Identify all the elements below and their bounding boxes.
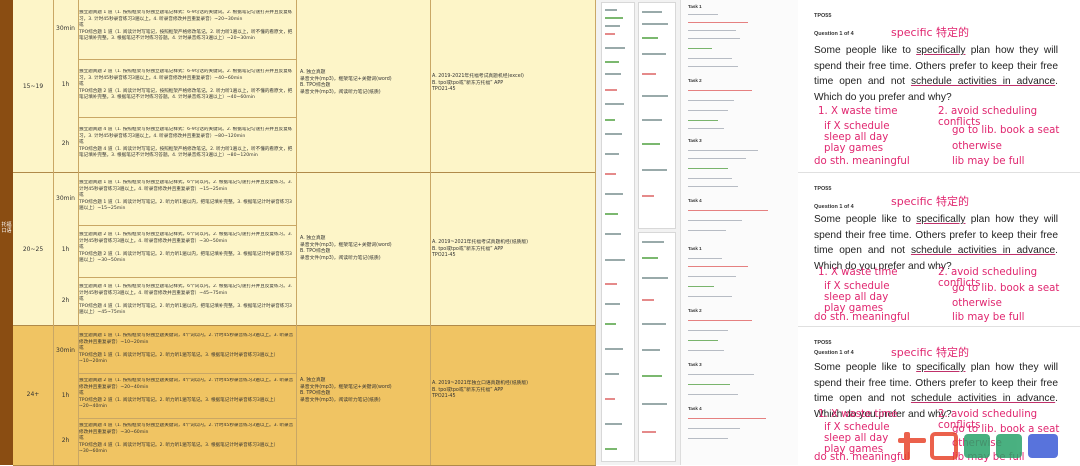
row-divider: [78, 59, 296, 60]
study-plan-table: 托福口语 15~19 30min 1h 2h 独立题真题 1 道（1. 按照框架…: [0, 0, 596, 466]
task-cell: 独立题真题 2 道（1. 按照框架写好独立题关键词，4个词以内。2. 计时45秒…: [79, 378, 294, 409]
source-cell: A. 2019~2021年托福考试真题机经(纸质版) B. tpo或tpo或“新…: [432, 240, 528, 259]
reason-one-detail: if X schedule sleep all day play games: [824, 281, 890, 314]
tpo-title: TPO55: [814, 13, 832, 19]
question-prompt: Some people like to specifically plan ho…: [814, 45, 1058, 103]
source-cell: A. 2019-2021年托福考试真题机经(excel) B. tpo或tpo或…: [432, 74, 524, 93]
duration-label: 30min: [56, 25, 75, 32]
reason-two-contrast: otherwise: [952, 298, 1002, 309]
vocab-annotation: specific 特定的: [891, 346, 970, 359]
watermark-logo: [898, 432, 1058, 460]
page-thumbnail[interactable]: [638, 2, 676, 229]
task-heading: Task 2: [688, 308, 702, 313]
row-divider: [78, 117, 296, 118]
column-divider: [296, 0, 297, 465]
reason-one: 1. X waste time: [818, 267, 898, 278]
duration-label: 30min: [56, 195, 75, 202]
task-heading: Task 3: [688, 362, 702, 367]
page-thumbnail[interactable]: [601, 2, 635, 462]
task-heading: Task 4: [688, 406, 702, 411]
reason-one-result: do sth. meaningful: [814, 452, 910, 463]
reason-one: 1. X waste time: [818, 409, 898, 420]
row-divider: [78, 277, 296, 278]
task-cell: 独立题真题 1 道（1. 按照框架写好独立题笔记样式，6个词以内。2. 根据笔记…: [79, 180, 293, 211]
reason-one-result: do sth. meaningful: [814, 156, 910, 167]
reason-two-detail: go to lib. book a seat: [952, 283, 1060, 294]
vocab-annotation: specific 特定的: [891, 26, 970, 39]
page-thumbnail-strip: [596, 0, 680, 465]
score-range: 15~19: [22, 83, 44, 90]
task-cell: 独立题真题 4 道（1. 按照框架写好独立题笔记样式：6-9句话的关键词。2. …: [79, 127, 293, 158]
duration-label: 30min: [56, 347, 75, 354]
row-divider: [78, 225, 296, 226]
question-prompt: Some people like to specifically plan ho…: [814, 214, 1058, 272]
materials-cell: A. 独立真题 录音文件(mp3)，框架笔记+关键词(word) B. TPO综…: [300, 378, 392, 403]
tpo-panel: TPO55 Question 1 of 4 specific 特定的 Some …: [798, 173, 1080, 323]
source-cell: A. 2019~2021年独立口语真题机经(纸质版) B. tpo或tpo或“新…: [432, 381, 528, 400]
tpo-panel: TPO55 Question 1 of 4 specific 特定的 Some …: [798, 0, 1080, 167]
reason-one: 1. X waste time: [818, 106, 898, 117]
reason-one-detail: if X schedule sleep all day play games: [824, 422, 890, 455]
duration-label: 2h: [61, 437, 70, 444]
page-thumbnail[interactable]: [638, 232, 676, 462]
task-heading: Task 3: [688, 138, 702, 143]
materials-cell: A. 独立真题 录音文件(mp3)，框架笔记+关键词(word) B. TPO综…: [300, 236, 392, 261]
vocab-annotation: specific 特定的: [891, 195, 970, 208]
tpo-title: TPO55: [814, 340, 832, 346]
task-cell: 独立题真题 2 道（1. 按照框架写好独立题笔记样式：6-9句话的关键词。2. …: [79, 69, 293, 100]
question-number: Question 1 of 4: [814, 31, 854, 37]
reason-two-detail: go to lib. book a seat: [952, 125, 1060, 136]
duration-label: 1h: [61, 392, 70, 399]
task-cell: 独立题真题 1 道（1. 按照框架写好独立题关键词，4个词以内。2. 计时45秒…: [79, 333, 294, 364]
task-cell: 独立题真题 1 道（1. 按照框架写好独立题笔记样式：6-9句话的关键词。2. …: [79, 10, 293, 41]
column-divider: [430, 0, 431, 465]
materials-cell: A. 独立真题 录音文件(mp3)，框架笔记+关键词(word) B. TPO综…: [300, 70, 392, 95]
reason-one-result: do sth. meaningful: [814, 312, 910, 323]
duration-label: 2h: [61, 140, 70, 147]
duration-label: 1h: [61, 246, 70, 253]
task-cell: 独立题真题 4 道（1. 按照框架写好独立题笔记样式，6个词以内。2. 根据笔记…: [79, 284, 293, 315]
phase-label: 托福口语: [1, 222, 12, 234]
score-range: 20~25: [22, 246, 44, 253]
task-notes-document: Task 1 Task 2 Task 3 Task 4 Task 1 Task …: [680, 0, 800, 465]
reason-two-result: lib may be full: [952, 156, 1025, 167]
reason-one-detail: if X schedule sleep all day play games: [824, 121, 890, 154]
task-cell: 独立题真题 4 道（1. 按照框架写好独立题关键词，4个词以内。2. 计时45秒…: [79, 423, 294, 454]
tpo-question-panels: TPO55 Question 1 of 4 specific 特定的 Some …: [798, 0, 1080, 465]
score-range: 24+: [26, 391, 40, 398]
question-number: Question 1 of 4: [814, 350, 854, 356]
phase-column: 托福口语: [0, 0, 13, 465]
duration-label: 2h: [61, 297, 70, 304]
tpo-title: TPO55: [814, 186, 832, 192]
task-heading: Task 1: [688, 4, 702, 9]
screenshot-root: 托福口语 15~19 30min 1h 2h 独立题真题 1 道（1. 按照框架…: [0, 0, 1080, 466]
task-heading: Task 4: [688, 198, 702, 203]
task-heading: Task 2: [688, 78, 702, 83]
reason-two-result: lib may be full: [952, 312, 1025, 323]
row-divider: [78, 373, 296, 374]
question-number: Question 1 of 4: [814, 204, 854, 210]
row-divider: [78, 418, 296, 419]
duration-label: 1h: [61, 81, 70, 88]
reason-two-contrast: otherwise: [952, 141, 1002, 152]
task-heading: Task 1: [688, 246, 702, 251]
task-cell: 独立题真题 2 道（1. 按照框架写好独立题笔记样式，6个词以内。2. 根据笔记…: [79, 232, 293, 263]
